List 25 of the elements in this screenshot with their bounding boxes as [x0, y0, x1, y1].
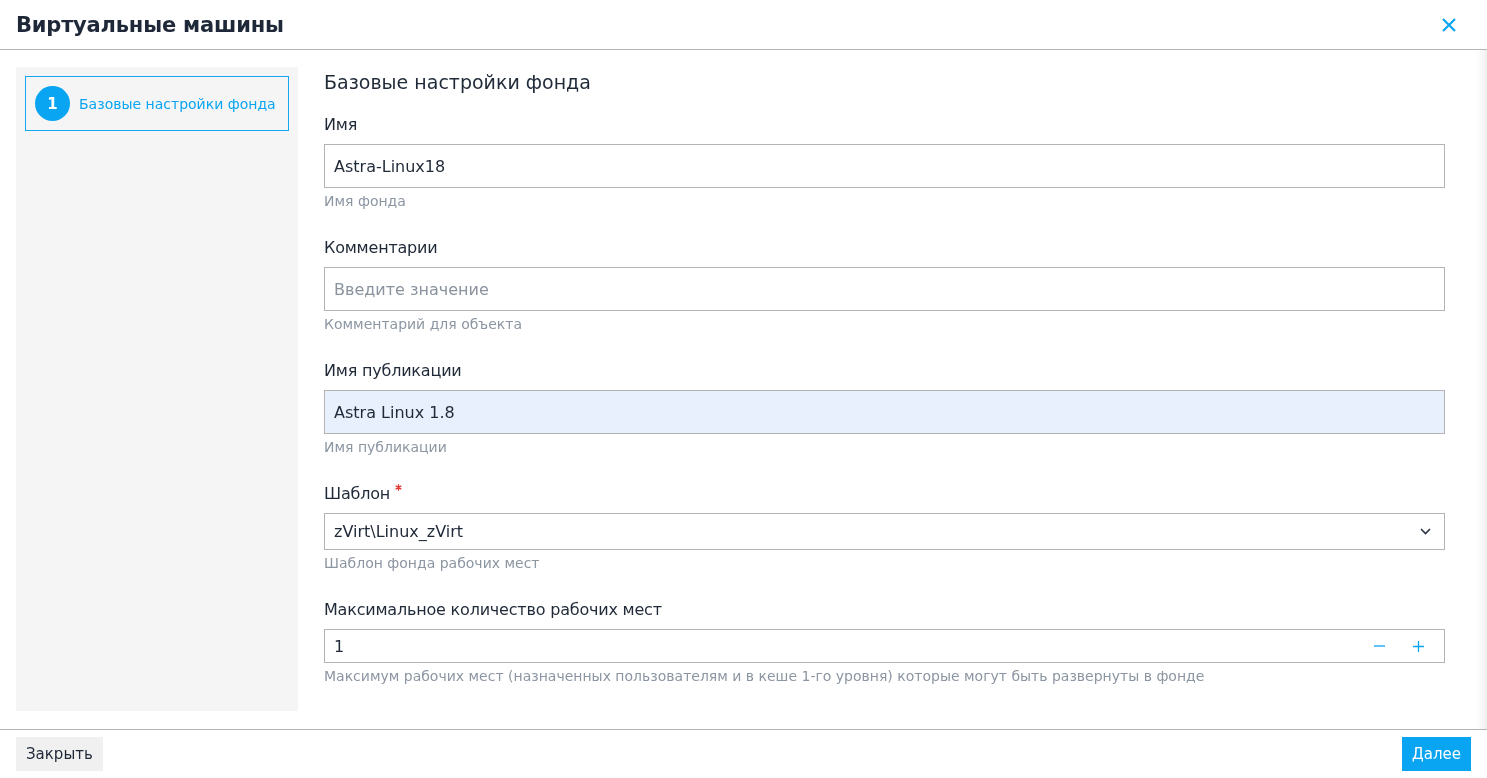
dialog-title: Виртуальные машины [16, 12, 284, 37]
field-hint: Имя публикации [324, 438, 447, 457]
input-field[interactable]: Astra Linux 1.8 [324, 390, 1445, 434]
select-field[interactable]: zVirt\Linux_zVirt [324, 513, 1445, 550]
close-dialog-button[interactable]: Закрыть [16, 737, 103, 771]
step-number: 1 [35, 86, 70, 121]
input-field[interactable]: Введите значение [324, 267, 1445, 311]
field-label: Шаблон [324, 483, 391, 505]
field-hint: Максимум рабочих мест (назначенных пользователям и в кеше 1-го уровня) которые могут быть развернуты в фонде [324, 667, 1205, 686]
number-field[interactable]: 1 [324, 629, 1445, 663]
field-label: Комментарии [324, 237, 438, 259]
step-label: Базовые настройки фонда [79, 95, 276, 112]
chevron-down-icon [1420, 528, 1431, 535]
field-hint: Имя фонда [324, 192, 406, 211]
close-icon [1442, 17, 1456, 32]
input-field[interactable]: Astra-Linux18 [324, 144, 1445, 188]
section-title: Базовые настройки фонда [324, 70, 591, 95]
field-label: Имя публикации [324, 360, 462, 382]
field-label: Имя [324, 114, 358, 136]
field-hint: Шаблон фонда рабочих мест [324, 554, 540, 573]
plus-icon [1413, 640, 1424, 652]
minus-icon [1374, 645, 1385, 647]
field-hint: Комментарий для объекта [324, 315, 523, 334]
field-label: Максимальное количество рабочих мест [324, 599, 662, 621]
close-button[interactable] [1442, 17, 1456, 32]
